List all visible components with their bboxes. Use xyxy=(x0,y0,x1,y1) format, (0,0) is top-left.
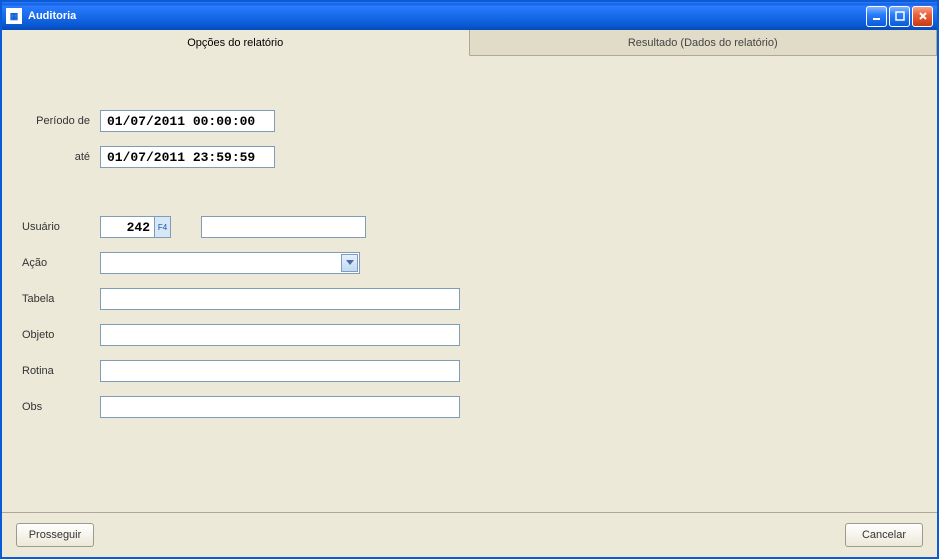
tab-results-label: Resultado (Dados do relatório) xyxy=(628,37,778,49)
maximize-button[interactable] xyxy=(889,6,910,27)
user-code-input[interactable] xyxy=(100,216,155,238)
row-object: Objeto xyxy=(22,324,917,346)
label-period-from: Período de xyxy=(22,115,100,127)
row-obs: Obs xyxy=(22,396,917,418)
label-table: Tabela xyxy=(22,293,100,305)
row-period-from: Período de xyxy=(22,110,917,132)
label-routine: Rotina xyxy=(22,365,100,377)
tab-bar: Opções do relatório Resultado (Dados do … xyxy=(2,30,937,56)
routine-input[interactable] xyxy=(100,360,460,382)
app-icon: ▦ xyxy=(6,8,22,24)
label-period-to: até xyxy=(22,151,100,163)
user-lookup-button[interactable]: F4 xyxy=(155,216,171,238)
row-table: Tabela xyxy=(22,288,917,310)
label-user: Usuário xyxy=(22,221,100,233)
window-buttons xyxy=(866,6,933,27)
table-input[interactable] xyxy=(100,288,460,310)
period-from-input[interactable] xyxy=(100,110,275,132)
obs-input[interactable] xyxy=(100,396,460,418)
row-routine: Rotina xyxy=(22,360,917,382)
action-input[interactable] xyxy=(100,252,360,274)
tab-options[interactable]: Opções do relatório xyxy=(2,30,470,56)
titlebar: ▦ Auditoria xyxy=(2,2,937,30)
proceed-button[interactable]: Prosseguir xyxy=(16,523,94,547)
object-input[interactable] xyxy=(100,324,460,346)
f4-icon: F4 xyxy=(158,223,167,232)
period-to-input[interactable] xyxy=(100,146,275,168)
content-area: Período de até Usuário F4 Ação xyxy=(2,56,937,512)
window-title: Auditoria xyxy=(28,10,866,22)
label-obs: Obs xyxy=(22,401,100,413)
tab-options-label: Opções do relatório xyxy=(187,37,283,49)
chevron-down-icon[interactable] xyxy=(341,254,358,272)
row-action: Ação xyxy=(22,252,917,274)
label-object: Objeto xyxy=(22,329,100,341)
window: ▦ Auditoria Opções do relatório Resultad… xyxy=(0,0,939,559)
minimize-button[interactable] xyxy=(866,6,887,27)
user-name-input[interactable] xyxy=(201,216,366,238)
row-user: Usuário F4 xyxy=(22,216,917,238)
row-period-to: até xyxy=(22,146,917,168)
action-select[interactable] xyxy=(100,252,360,274)
label-action: Ação xyxy=(22,257,100,269)
close-button[interactable] xyxy=(912,6,933,27)
tab-results[interactable]: Resultado (Dados do relatório) xyxy=(470,30,938,55)
cancel-button[interactable]: Cancelar xyxy=(845,523,923,547)
footer: Prosseguir Cancelar xyxy=(2,512,937,557)
